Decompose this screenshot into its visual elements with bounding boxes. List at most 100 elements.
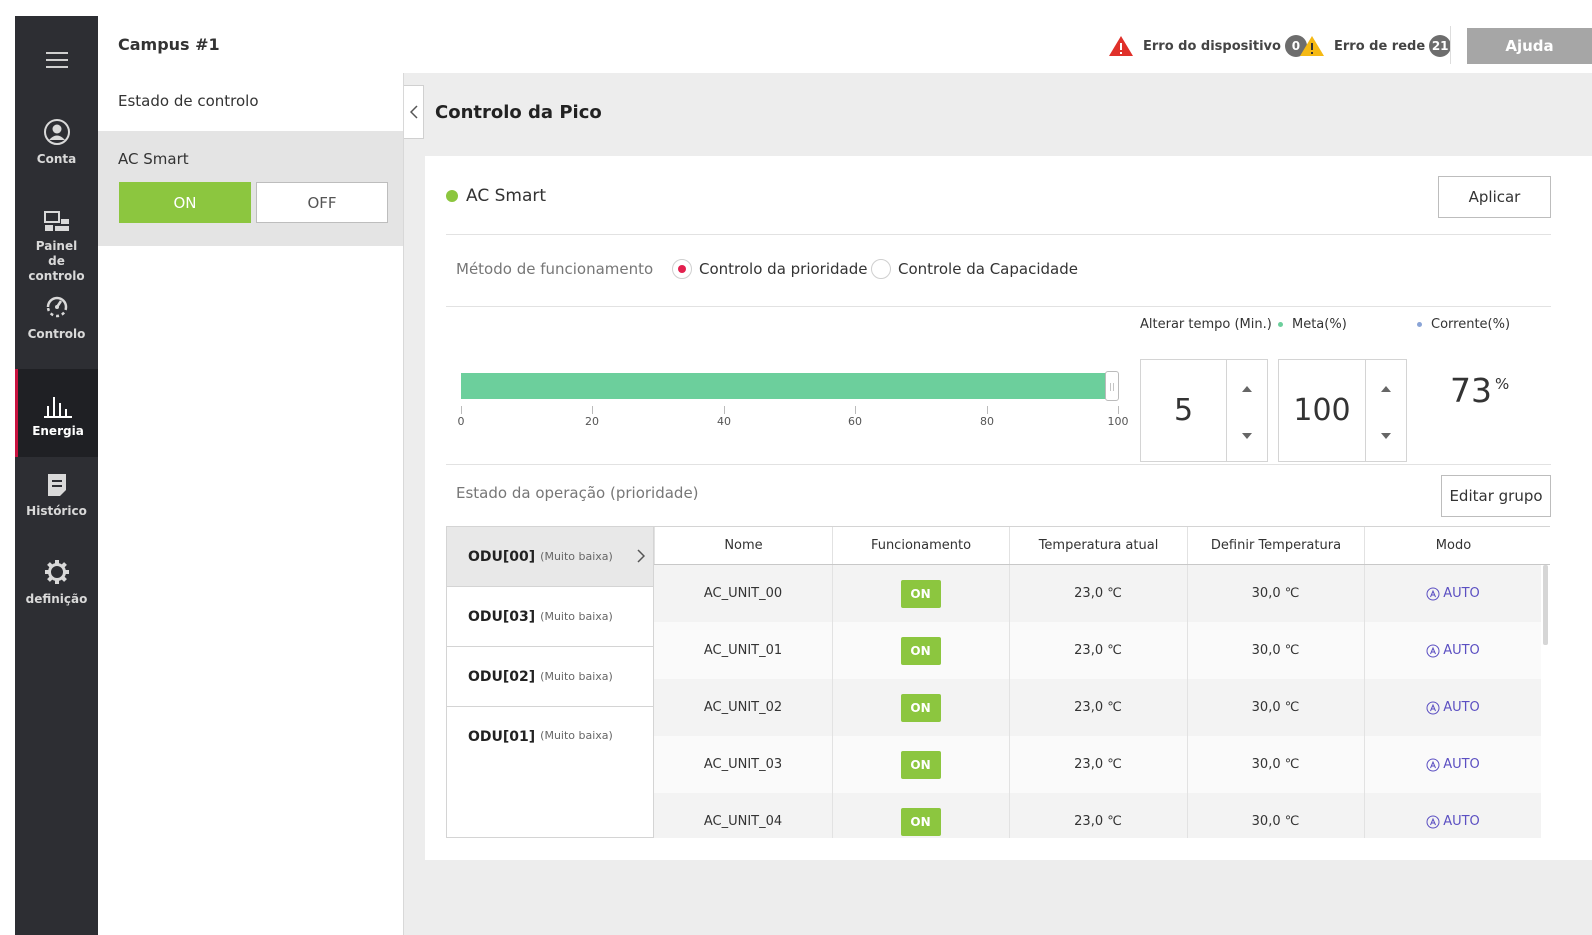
arrow-down-icon[interactable] [1242,433,1252,439]
stepper-arrows [1226,360,1267,461]
device-error-indicator[interactable]: Erro do dispositivo 0 [1108,35,1307,57]
radio-priority-control[interactable]: Controlo da prioridade [672,259,867,279]
mode-cell: AUTO [1426,814,1480,829]
peak-control-card: AC Smart Aplicar Método de funcionamento… [425,156,1592,860]
table-row[interactable]: AC_UNIT_02 ON 23,0 ℃ 30,0 ℃ AUTO [654,679,1541,736]
table-row[interactable]: AC_UNIT_01 ON 23,0 ℃ 30,0 ℃ AUTO [654,622,1541,679]
collapse-panel-button[interactable] [404,85,424,139]
legend-label: Alterar tempo (Min.) [1140,317,1272,332]
sidebar-item-conta[interactable]: Conta [15,116,98,180]
control-icon [46,296,67,318]
column-divider [1009,565,1010,838]
sidebar-item-painel[interactable]: Painel de controlo [15,204,98,284]
status-badge[interactable]: ON [900,579,941,608]
on-button[interactable]: ON [119,182,251,223]
slider-tick-label: 80 [980,415,994,428]
column-divider [1187,565,1188,838]
slider-tick [592,406,593,414]
mode-label: AUTO [1443,757,1480,772]
header-divider [1450,26,1451,64]
chevron-left-icon [409,105,418,119]
table-row[interactable]: AC_UNIT_00 ON 23,0 ℃ 30,0 ℃ AUTO [654,565,1541,622]
mode-label: AUTO [1443,643,1480,658]
arrow-down-icon[interactable] [1381,433,1391,439]
network-error-indicator[interactable]: Erro de rede 21 [1299,35,1452,57]
auto-mode-icon [1426,701,1440,714]
odu-group-item[interactable]: ODU[00] (Muito baixa) [447,527,653,587]
status-badge[interactable]: ON [900,750,941,779]
table-scrollbar[interactable] [1543,565,1548,645]
group-label: AC Smart [118,150,189,168]
sidebar-item-label: Histórico [26,504,87,518]
auto-mode-icon [1426,815,1440,828]
control-status-panel: Estado de controlo AC Smart ON OFF [98,73,404,935]
ac-smart-toggle-group: AC Smart ON OFF [98,131,403,246]
stepper-arrows [1365,360,1406,461]
mode-cell: AUTO [1426,700,1480,715]
current-unit: % [1495,375,1510,393]
status-badge[interactable]: ON [900,636,941,665]
hamburger-icon [45,52,68,68]
slider-tick-label: 0 [457,415,465,428]
slider-tick [461,406,462,414]
current-dot-icon [1417,322,1422,327]
sidebar-item-energia[interactable]: Energia [15,369,98,457]
set-temp: 30,0 ℃ [1251,757,1300,772]
legend-target: Meta(%) [1278,317,1347,332]
status-badge[interactable]: ON [900,807,941,836]
current-temp: 23,0 ℃ [1074,814,1122,829]
sidebar-item-definicao[interactable]: definição [15,556,98,620]
legend-label: Corrente(%) [1431,317,1511,332]
page-title: Controlo da Pico [435,102,602,123]
current-temp: 23,0 ℃ [1074,643,1122,658]
sidebar-item-historico[interactable]: Histórico [15,468,98,532]
target-slider-track[interactable] [461,373,1118,399]
set-temp: 30,0 ℃ [1251,814,1300,829]
sidebar-item-label: Controlo [27,327,86,341]
status-badge[interactable]: ON [900,693,941,722]
odu-group-item[interactable]: ODU[03] (Muito baixa) [447,587,653,647]
panel-title: Estado de controlo [118,92,259,110]
target-stepper[interactable]: 100 [1278,359,1407,462]
network-error-count: 21 [1429,35,1452,57]
help-button[interactable]: Ajuda [1467,28,1592,64]
warning-triangle-icon [1300,36,1324,56]
legend-label: Meta(%) [1292,317,1347,332]
menu-button[interactable] [15,42,98,78]
mode-label: AUTO [1443,586,1480,601]
campus-title: Campus #1 [118,35,220,54]
odu-level: (Muito baixa) [540,729,613,742]
radio-capacity-control[interactable]: Controle da Capacidade [871,259,1078,279]
off-button[interactable]: OFF [256,182,388,223]
divider [446,234,1551,235]
unit-name: AC_UNIT_02 [703,700,783,715]
table-row[interactable]: AC_UNIT_03 ON 23,0 ℃ 30,0 ℃ AUTO [654,736,1541,793]
odu-name: ODU[03] [468,608,536,625]
column-header: Funcionamento [832,527,1009,564]
odu-group-item[interactable]: ODU[02] (Muito baixa) [447,647,653,707]
column-divider [832,565,833,838]
slider-tick [987,406,988,414]
legend-change-time: Alterar tempo (Min.) [1140,317,1272,332]
change-time-stepper[interactable]: 5 [1140,359,1268,462]
slider-handle[interactable]: || [1105,371,1119,401]
target-dot-icon [1278,322,1283,327]
set-temp: 30,0 ℃ [1251,643,1300,658]
chevron-right-icon [637,549,645,563]
apply-button[interactable]: Aplicar [1438,176,1551,218]
table-header: Nome Funcionamento Temperatura atual Def… [654,526,1550,565]
target-value[interactable]: 100 [1279,360,1365,461]
sidebar-item-controlo[interactable]: Controlo [15,291,98,355]
arrow-up-icon[interactable] [1381,386,1391,392]
change-time-value[interactable]: 5 [1141,360,1226,461]
unit-name: AC_UNIT_04 [703,814,783,829]
table-row[interactable]: AC_UNIT_04 ON 23,0 ℃ 30,0 ℃ AUTO [654,793,1541,838]
arrow-up-icon[interactable] [1242,386,1252,392]
edit-group-button[interactable]: Editar grupo [1441,475,1551,517]
odu-group-item[interactable]: ODU[01] (Muito baixa) [447,707,653,767]
slider-tick-label: 40 [717,415,731,428]
mode-label: AUTO [1443,814,1480,829]
divider [446,306,1551,307]
slider-tick-label: 60 [848,415,862,428]
column-header: Nome [654,527,832,564]
